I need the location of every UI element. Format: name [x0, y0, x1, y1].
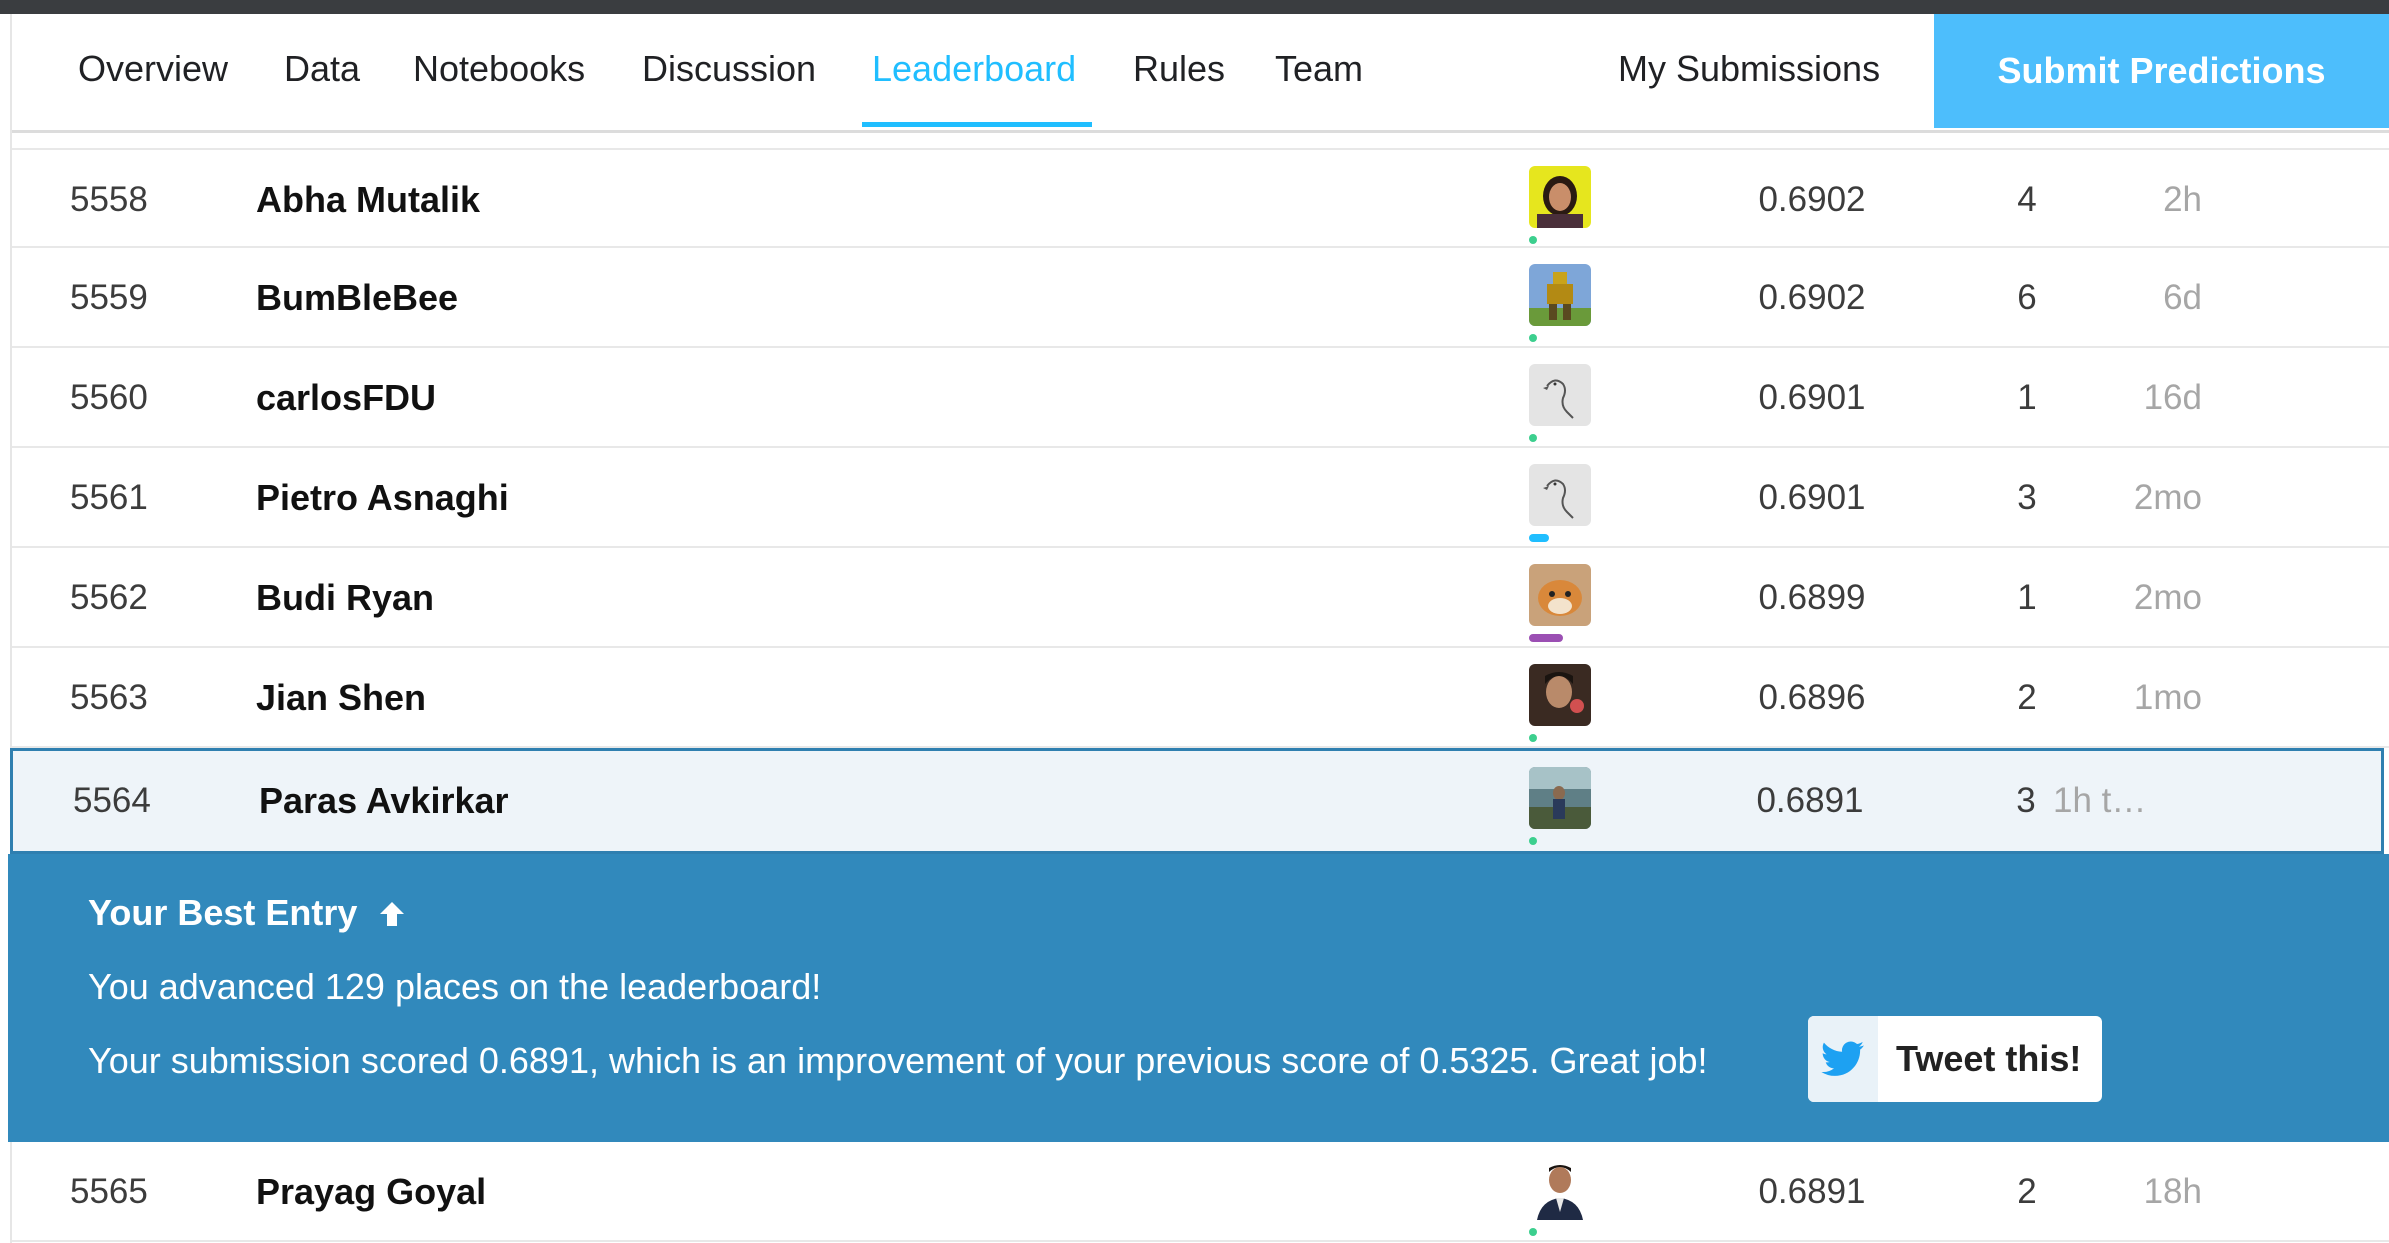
team-status-dots — [1529, 534, 1549, 542]
active-tab-underline — [862, 122, 1092, 127]
arrow-up-icon — [377, 896, 407, 938]
row-score: 0.6891 — [1758, 1172, 1866, 1211]
tab-team[interactable]: Team — [1275, 44, 1363, 94]
leaderboard-row[interactable]: 5559 BumBleBee 0.6902 6 6d — [12, 248, 2389, 348]
outdoor-portrait-avatar[interactable] — [1529, 767, 1591, 829]
tweet-this-label: Tweet this! — [1896, 1038, 2082, 1079]
banner-title: Your Best Entry — [88, 892, 407, 938]
row-entries: 4 — [2017, 180, 2037, 219]
row-team-name[interactable]: Pietro Asnaghi — [256, 448, 509, 548]
woman-portrait-avatar[interactable] — [1529, 166, 1591, 228]
kaggle-competition-page: Overview Data Notebooks Discussion Leade… — [0, 0, 2389, 1243]
row-last-submission: 1mo — [2133, 678, 2202, 717]
tab-data[interactable]: Data — [284, 44, 360, 94]
row-last-submission: 16d — [2143, 378, 2202, 417]
row-score: 0.6902 — [1758, 180, 1866, 219]
row-score: 0.6901 — [1758, 378, 1866, 417]
goose-sketch-avatar[interactable] — [1529, 364, 1591, 426]
leaderboard-row[interactable]: 5565 Prayag Goyal 0.6891 2 18h — [12, 1142, 2389, 1242]
row-team-name[interactable]: BumBleBee — [256, 248, 458, 348]
goose-sketch-avatar[interactable] — [1529, 464, 1591, 526]
my-submissions-link[interactable]: My Submissions — [1618, 44, 1880, 94]
row-team-name[interactable]: carlosFDU — [256, 348, 436, 448]
row-score: 0.6902 — [1758, 278, 1866, 317]
robot-figure-avatar[interactable] — [1529, 264, 1591, 326]
submit-predictions-button[interactable]: Submit Predictions — [1934, 14, 2389, 128]
row-score: 0.6896 — [1758, 678, 1866, 717]
tab-discussion[interactable]: Discussion — [642, 44, 816, 94]
suit-portrait-avatar[interactable] — [1529, 1158, 1591, 1220]
row-rank: 5559 — [70, 278, 148, 317]
row-team-name[interactable]: Prayag Goyal — [256, 1142, 486, 1242]
team-status-dot — [1529, 734, 1537, 742]
row-last-submission: 18h — [2143, 1172, 2202, 1211]
row-rank: 5562 — [70, 578, 148, 617]
man-portrait-avatar[interactable] — [1529, 664, 1591, 726]
row-last-submission: 2h — [2163, 180, 2202, 219]
tab-rules[interactable]: Rules — [1133, 44, 1225, 94]
team-status-dot — [1529, 334, 1537, 342]
leaderboard-row[interactable]: 5558 Abha Mutalik 0.6902 4 2h — [12, 148, 2389, 248]
row-score: 0.6899 — [1758, 578, 1866, 617]
team-status-dot — [1529, 434, 1537, 442]
banner-score-message: Your submission scored 0.6891, which is … — [88, 1040, 1708, 1081]
row-score: 0.6891 — [1756, 781, 1864, 820]
row-team-name[interactable]: Abha Mutalik — [256, 150, 480, 250]
row-entries: 1 — [2017, 378, 2037, 417]
team-status-dot — [1529, 1228, 1537, 1236]
leaderboard-row[interactable]: 5563 Jian Shen 0.6896 2 1mo — [12, 648, 2389, 748]
dog-photo-avatar[interactable] — [1529, 564, 1591, 626]
row-rank: 5560 — [70, 378, 148, 417]
row-entries: 6 — [2017, 278, 2037, 317]
team-status-dot — [1529, 236, 1537, 244]
row-rank: 5558 — [70, 180, 148, 219]
row-last-submission: 2mo — [2133, 478, 2202, 517]
row-last-submission: 1h t… — [2053, 781, 2147, 820]
banner-title-text: Your Best Entry — [88, 892, 358, 933]
browser-top-strip — [0, 0, 2389, 14]
row-rank: 5564 — [73, 781, 151, 820]
row-rank: 5565 — [70, 1172, 148, 1211]
best-entry-banner: Your Best Entry You advanced 129 places … — [8, 854, 2389, 1142]
row-team-name[interactable]: Budi Ryan — [256, 548, 434, 648]
row-entries: 1 — [2017, 578, 2037, 617]
row-team-name[interactable]: Jian Shen — [256, 648, 426, 748]
tab-overview[interactable]: Overview — [78, 44, 228, 94]
team-status-dot — [1529, 837, 1537, 845]
banner-advance-message: You advanced 129 places on the leaderboa… — [88, 966, 822, 1007]
leaderboard-row[interactable]: 5562 Budi Ryan 0.6899 1 2mo — [12, 548, 2389, 648]
leaderboard-row[interactable]: 5560 carlosFDU 0.6901 1 16d — [12, 348, 2389, 448]
tab-notebooks[interactable]: Notebooks — [413, 44, 585, 94]
leaderboard-row[interactable]: 5561 Pietro Asnaghi 0.6901 3 2mo — [12, 448, 2389, 548]
row-rank: 5561 — [70, 478, 148, 517]
row-entries: 3 — [2017, 478, 2037, 517]
row-rank: 5563 — [70, 678, 148, 717]
row-last-submission: 2mo — [2133, 578, 2202, 617]
twitter-icon — [1808, 1016, 1878, 1102]
row-entries: 3 — [2016, 781, 2036, 820]
row-score: 0.6901 — [1758, 478, 1866, 517]
row-entries: 2 — [2017, 1172, 2037, 1211]
tab-leaderboard[interactable]: Leaderboard — [872, 44, 1076, 94]
row-team-name[interactable]: Paras Avkirkar — [259, 751, 509, 851]
row-entries: 2 — [2017, 678, 2037, 717]
tweet-this-button[interactable]: Tweet this! — [1808, 1016, 2102, 1102]
row-last-submission: 6d — [2163, 278, 2202, 317]
leaderboard-row-current-user[interactable]: 5564 Paras Avkirkar 0.6891 3 1h t… — [10, 748, 2384, 854]
team-status-dots — [1529, 634, 1563, 642]
